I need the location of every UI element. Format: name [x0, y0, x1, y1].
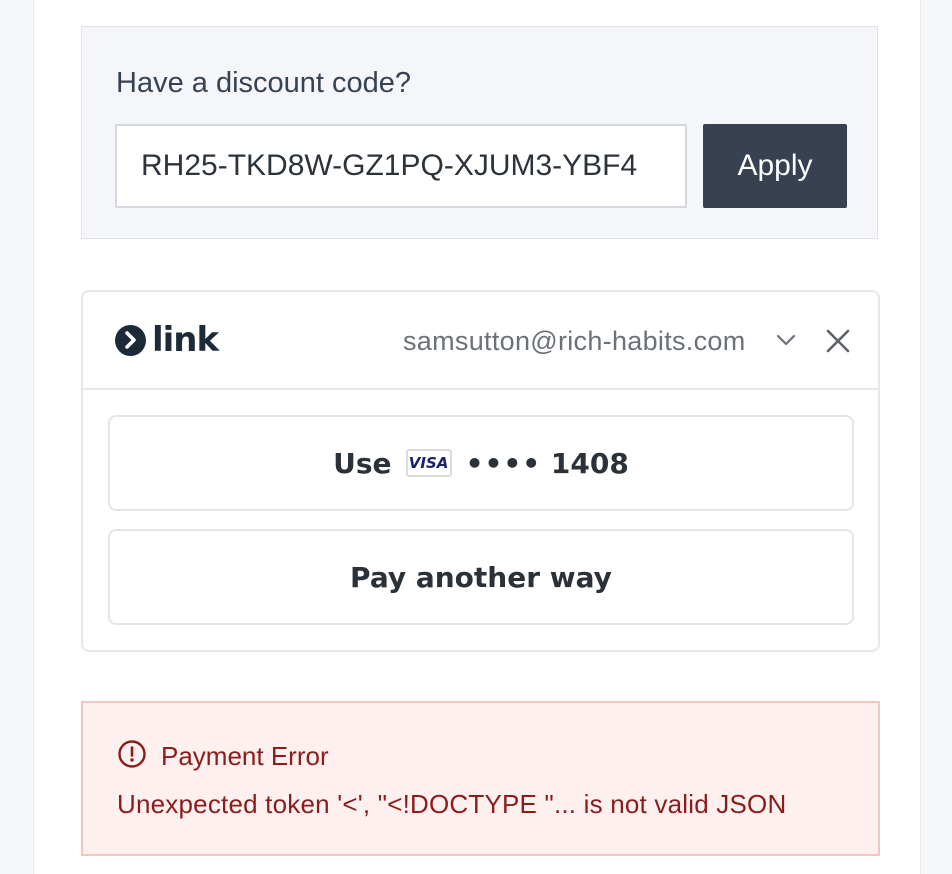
error-message: Unexpected token '<', "<!DOCTYPE "... is…	[117, 789, 787, 819]
error-title-row: Payment Error	[117, 739, 329, 774]
chevron-down-icon[interactable]	[775, 332, 797, 353]
close-icon[interactable]	[823, 326, 853, 356]
use-saved-card-button[interactable]: Use VISA •••• 1408	[108, 415, 854, 511]
pay-another-way-button[interactable]: Pay another way	[108, 529, 854, 625]
link-payment-card: link samsutton@rich-habits.com Use VISA …	[81, 290, 880, 652]
apply-button[interactable]: Apply	[703, 124, 847, 208]
payment-error-alert: Payment Error Unexpected token '<', "<!D…	[81, 701, 880, 856]
discount-code-input[interactable]	[115, 124, 687, 208]
link-logo: link	[115, 320, 219, 360]
alert-circle-icon	[117, 739, 147, 774]
link-brand-text: link	[152, 320, 219, 360]
error-title: Payment Error	[161, 741, 329, 771]
card-mask-dots: ••••	[465, 446, 542, 480]
link-header: link samsutton@rich-habits.com	[83, 292, 878, 390]
visa-card-icon: VISA	[405, 449, 452, 477]
discount-label: Have a discount code?	[116, 67, 412, 99]
card-last4: 1408	[550, 446, 629, 480]
use-label: Use	[333, 446, 392, 480]
link-arrow-icon	[115, 324, 146, 356]
link-account-email[interactable]: samsutton@rich-habits.com	[403, 326, 746, 357]
discount-section: Have a discount code? Apply	[81, 26, 878, 239]
